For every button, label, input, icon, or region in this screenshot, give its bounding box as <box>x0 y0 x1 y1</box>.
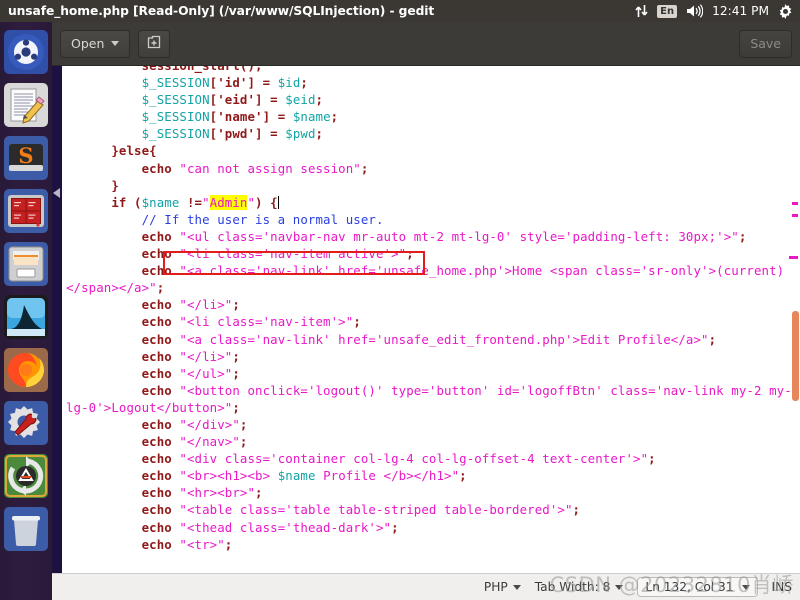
source-code[interactable]: session_start(); $_SESSION['id'] = $id; … <box>66 66 800 553</box>
system-gear-icon[interactable] <box>778 3 793 19</box>
unity-launcher: S <box>0 22 52 600</box>
vertical-scrollbar[interactable] <box>789 66 800 573</box>
line-marker-icon <box>53 188 60 198</box>
insert-mode-label: INS <box>771 580 792 594</box>
clock[interactable]: 12:41 PM <box>712 4 769 18</box>
open-button[interactable]: Open <box>60 29 131 58</box>
chevron-down-icon <box>512 584 521 590</box>
open-button-label: Open <box>71 36 105 51</box>
launcher-item-files[interactable] <box>4 242 48 286</box>
tab-width-selector[interactable]: Tab Width: 8 <box>535 580 624 594</box>
cursor-position-selector[interactable]: Ln 132, Col 31 <box>637 577 758 597</box>
editor-area: session_start(); $_SESSION['id'] = $id; … <box>52 66 800 573</box>
keyboard-layout-label: En <box>657 4 678 18</box>
launcher-item-ubuntu-dash[interactable] <box>4 30 48 74</box>
chevron-down-icon <box>615 584 624 590</box>
svg-text:S: S <box>18 143 33 168</box>
cursor-position-label: Ln 132, Col 31 <box>645 580 734 594</box>
language-selector[interactable]: PHP <box>484 580 521 594</box>
save-button-label: Save <box>750 36 781 51</box>
launcher-item-wireshark[interactable] <box>4 295 48 339</box>
network-updown-icon[interactable] <box>635 4 648 18</box>
system-tray: En 12:41 PM <box>635 3 800 19</box>
launcher-item-terminal[interactable] <box>4 189 48 233</box>
window-title: unsafe_home.php [Read-Only] (/var/www/SQ… <box>8 4 435 18</box>
status-bar: PHP Tab Width: 8 Ln 132, Col 31 INS CSDN… <box>52 573 800 600</box>
scroll-minimap-mark <box>792 202 798 205</box>
insert-mode-indicator[interactable]: INS <box>772 580 792 594</box>
launcher-item-settings[interactable] <box>4 401 48 445</box>
keyboard-layout-indicator[interactable]: En <box>657 4 678 18</box>
chevron-down-icon <box>741 584 750 590</box>
launcher-item-trash[interactable] <box>4 507 48 551</box>
gedit-toolbar: Open Save <box>52 22 800 66</box>
scrollbar-thumb[interactable] <box>792 311 799 401</box>
gedit-window: Open Save session_sta <box>52 22 800 600</box>
launcher-item-gedit[interactable] <box>4 83 48 127</box>
scroll-minimap-mark <box>789 256 798 259</box>
launcher-item-seed-drive[interactable]: S <box>4 136 48 180</box>
editor-gutter <box>52 66 62 573</box>
volume-icon[interactable] <box>686 4 704 18</box>
launcher-item-firefox[interactable] <box>4 348 48 392</box>
code-view[interactable]: session_start(); $_SESSION['id'] = $id; … <box>62 66 800 573</box>
scroll-minimap-mark <box>792 214 798 217</box>
tab-width-label: Tab Width: 8 <box>534 580 611 594</box>
new-document-icon <box>147 35 161 52</box>
language-label: PHP <box>483 580 508 594</box>
launcher-item-software-updater[interactable] <box>4 454 48 498</box>
chevron-down-icon <box>111 41 120 46</box>
top-system-panel: unsafe_home.php [Read-Only] (/var/www/SQ… <box>0 0 800 22</box>
new-document-button[interactable] <box>138 29 171 58</box>
screen: unsafe_home.php [Read-Only] (/var/www/SQ… <box>0 0 800 600</box>
save-button[interactable]: Save <box>739 29 792 58</box>
